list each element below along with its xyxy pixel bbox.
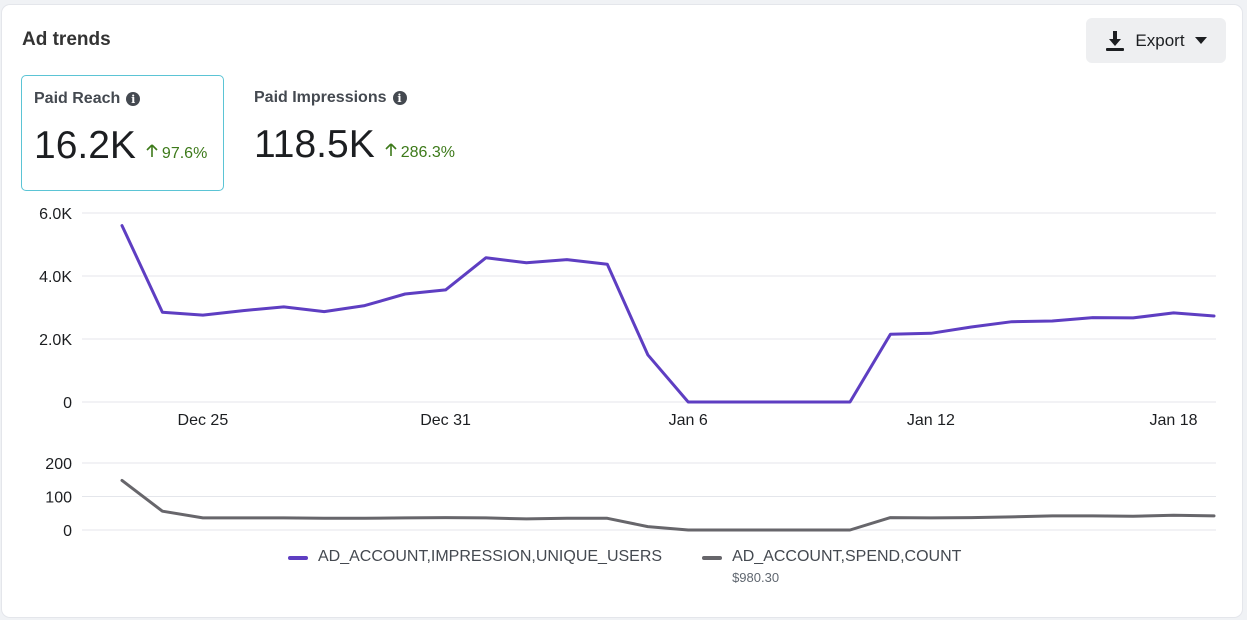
legend-label: AD_ACCOUNT,SPEND,COUNT: [732, 548, 962, 565]
series-line: [120, 224, 1216, 404]
y-tick-label: 6.0K: [39, 206, 72, 223]
y-tick-label: 100: [45, 490, 72, 507]
legend-item-unique-users[interactable]: AD_ACCOUNT,IMPRESSION,UNIQUE_USERS: [288, 548, 662, 585]
legend-label: AD_ACCOUNT,IMPRESSION,UNIQUE_USERS: [318, 548, 663, 565]
legend-swatch: [288, 556, 308, 560]
x-tick-label: Jan 18: [1150, 412, 1198, 429]
legend-text: AD_ACCOUNT,SPEND,COUNT $980.30: [732, 548, 961, 585]
y-tick-label: 0: [63, 523, 72, 540]
legend-sub-value: $980.30: [732, 570, 780, 585]
y-tick-label: 4.0K: [39, 269, 72, 286]
legend-item-spend-count[interactable]: AD_ACCOUNT,SPEND,COUNT $980.30: [702, 548, 961, 585]
y-tick-label: 200: [45, 456, 72, 473]
series-line: [120, 478, 1216, 532]
legend-swatch: [702, 556, 723, 560]
y-tick-label: 2.0K: [39, 332, 72, 349]
x-tick-label: Jan 12: [907, 412, 955, 429]
y-tick-label: 0: [63, 395, 72, 412]
x-tick-label: Jan 6: [669, 412, 708, 429]
trend-charts: 0 2.0K 4.0K 6.0K Dec 25 Dec 31 Jan 6 Jan 12 Jan …: [39, 206, 1216, 540]
legend-text: AD_ACCOUNT,IMPRESSION,UNIQUE_USERS: [318, 548, 662, 566]
x-tick-label: Dec 25: [178, 412, 229, 429]
x-tick-label: Dec 31: [420, 412, 471, 429]
chart-legend: AD_ACCOUNT,IMPRESSION,UNIQUE_USERS AD_AC…: [288, 548, 961, 585]
